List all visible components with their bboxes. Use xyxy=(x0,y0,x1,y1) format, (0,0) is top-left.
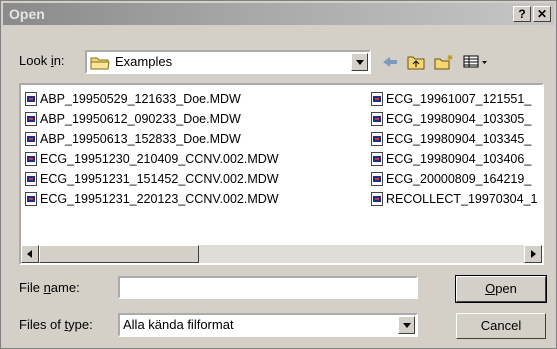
file-icon xyxy=(25,92,37,106)
file-item[interactable]: ECG_19951231_220123_CCNV.002.MDW xyxy=(25,189,279,209)
file-icon xyxy=(371,152,383,166)
up-folder-icon[interactable] xyxy=(405,51,427,73)
file-icon xyxy=(25,112,37,126)
help-button[interactable]: ? xyxy=(513,6,531,22)
view-menu-icon[interactable] xyxy=(461,51,491,73)
file-icon xyxy=(371,112,383,126)
file-item[interactable]: ECG_19980904_103305_ xyxy=(371,109,538,129)
file-item[interactable]: ABP_19950612_090233_Doe.MDW xyxy=(25,109,279,129)
look-in-value: Examples xyxy=(115,54,173,69)
file-item[interactable]: ABP_19950613_152833_Doe.MDW xyxy=(25,129,279,149)
file-name-input[interactable] xyxy=(118,276,418,299)
file-icon xyxy=(371,192,383,206)
file-item[interactable]: ECG_19980904_103406_ xyxy=(371,149,538,169)
open-button[interactable]: Open xyxy=(455,275,547,303)
file-item[interactable]: ECG_19951231_151452_CCNV.002.MDW xyxy=(25,169,279,189)
file-icon xyxy=(371,172,383,186)
file-item[interactable]: ECG_19951230_210409_CCNV.002.MDW xyxy=(25,149,279,169)
file-icon xyxy=(25,152,37,166)
file-list[interactable]: ABP_19950529_121633_Doe.MDW ABP_19950612… xyxy=(19,83,544,265)
file-icon xyxy=(371,92,383,106)
file-icon xyxy=(25,132,37,146)
look-in-dropdown-button[interactable] xyxy=(351,53,368,71)
scroll-thumb[interactable] xyxy=(39,245,199,263)
file-item[interactable]: ECG_20000809_164219_ xyxy=(371,169,538,189)
file-icon xyxy=(25,172,37,186)
file-type-value: Alla kända filformat xyxy=(123,317,234,332)
cancel-button[interactable]: Cancel xyxy=(456,313,546,339)
title-bar[interactable]: Open ? ✕ xyxy=(3,3,554,25)
look-in-label: Look in: xyxy=(19,53,65,68)
new-folder-icon[interactable] xyxy=(433,51,455,73)
file-list-column-2: ECG_19961007_121551_ ECG_19980904_103305… xyxy=(371,89,538,209)
window-title: Open xyxy=(9,6,45,22)
file-type-select[interactable]: Alla kända filformat xyxy=(118,313,418,337)
close-button[interactable]: ✕ xyxy=(533,6,551,22)
file-item[interactable]: ABP_19950529_121633_Doe.MDW xyxy=(25,89,279,109)
file-item[interactable]: ECG_19961007_121551_ xyxy=(371,89,538,109)
back-arrow-icon[interactable] xyxy=(379,51,401,73)
scroll-left-button[interactable] xyxy=(21,245,39,263)
look-in-select[interactable]: Examples xyxy=(85,50,371,74)
file-item[interactable]: ECG_19980904_103345_ xyxy=(371,129,538,149)
file-list-column-1: ABP_19950529_121633_Doe.MDW ABP_19950612… xyxy=(25,89,279,209)
file-icon xyxy=(25,192,37,206)
file-item[interactable]: RECOLLECT_19970304_1 xyxy=(371,189,538,209)
scroll-right-button[interactable] xyxy=(524,245,542,263)
file-type-label: Files of type: xyxy=(19,317,93,332)
file-name-label: File name: xyxy=(19,280,80,295)
open-dialog: Open ? ✕ Look in: Examples ABP_19950529_… xyxy=(0,0,557,349)
horizontal-scrollbar[interactable] xyxy=(21,245,542,263)
file-type-dropdown-button[interactable] xyxy=(398,316,415,334)
file-icon xyxy=(371,132,383,146)
folder-icon xyxy=(90,57,110,70)
